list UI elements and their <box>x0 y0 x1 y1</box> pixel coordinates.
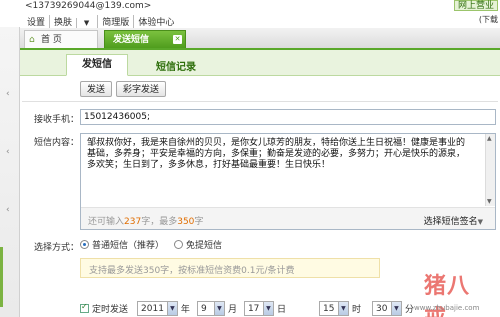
sidebar-accent-bar <box>0 247 3 307</box>
radio-button[interactable] <box>174 240 184 249</box>
counter-max: 350 <box>177 217 195 227</box>
minute-value: 30 <box>375 303 388 314</box>
dropdown-arrow-icon: ▼ <box>166 302 177 315</box>
nav-experience-center[interactable]: 体验中心 <box>134 15 178 28</box>
recipient-label: 接收手机： <box>34 115 80 125</box>
counter-suffix: 字 <box>194 217 204 227</box>
chevron-down-icon: ▼ <box>83 19 90 27</box>
tab-send-sms-label: 发送短信 <box>113 35 150 45</box>
counter-remaining: 237 <box>124 217 142 227</box>
top-bar: <13739269044@139.com> 设置 换肤 ▼ 简理版 体验中心 网… <box>0 0 500 28</box>
month-unit: 月 <box>227 305 237 315</box>
content-label: 短信内容： <box>34 138 80 148</box>
message-text: 邹叔叔你好，我是来自徐州的贝贝，是你女儿琼芳的朋友，特给你送上生日祝福！健康是事… <box>87 138 466 170</box>
nav-simple-version[interactable]: 简理版 <box>98 15 135 28</box>
nav-skin[interactable]: 换肤 ▼ <box>50 15 99 28</box>
sub-tab-bar: 发短信 短信记录 <box>20 50 500 76</box>
close-icon[interactable]: ✕ <box>173 35 182 44</box>
left-sidebar-strip: ‹ ‹ ‹ <box>0 27 20 317</box>
dropdown-arrow-icon: ▼ <box>337 302 348 315</box>
char-counter: 还可输入237字，最多350字 <box>88 214 203 227</box>
watermark-logo: 猪八戒 www.zhubajie.com <box>410 266 490 317</box>
minute-select[interactable]: 30 ▼ <box>371 301 402 316</box>
year-unit: 年 <box>180 305 190 315</box>
scheduled-send-label: 定时发送 <box>92 305 129 315</box>
hour-select[interactable]: 15 ▼ <box>318 301 349 316</box>
radio-handsfree-sms[interactable]: 免提短信 <box>174 238 222 251</box>
home-icon: ⌂ <box>29 35 35 45</box>
tab-home[interactable]: ⌂ 首 页 <box>24 30 98 48</box>
chevron-down-icon: ▼ <box>477 218 483 226</box>
top-nav: 设置 换肤 ▼ 简理版 体验中心 <box>27 15 178 28</box>
counter-prefix: 还可输入 <box>88 217 125 227</box>
year-select[interactable]: 2011 ▼ <box>137 301 178 316</box>
tab-home-label: 首 页 <box>41 35 62 45</box>
divider <box>22 101 498 102</box>
watermark-url: www.zhubajie.com <box>414 304 480 312</box>
dropdown-arrow-icon: ▼ <box>262 302 273 315</box>
send-mms-button[interactable]: 彩字发送 <box>116 81 167 97</box>
radio-label: 免提短信 <box>186 241 223 251</box>
collapse-arrow-icon[interactable]: ‹ <box>6 147 10 157</box>
page: <13739269044@139.com> 设置 换肤 ▼ 简理版 体验中心 网… <box>0 0 500 317</box>
radio-normal-sms[interactable]: 普通短信（推荐） <box>80 238 164 251</box>
counter-middle: 字，最多 <box>141 217 178 227</box>
recipient-input[interactable]: 15012436005; <box>80 109 496 125</box>
month-select[interactable]: 9 ▼ <box>196 301 225 316</box>
pricing-tip: 支持最多发送350字，按标准短信资费0.1元/条计费 <box>80 258 380 278</box>
collapse-arrow-icon[interactable]: ‹ <box>6 89 10 99</box>
day-value: 17 <box>247 303 260 314</box>
subtab-compose[interactable]: 发短信 <box>66 54 128 76</box>
scheduled-send-checkbox[interactable] <box>80 302 89 313</box>
scrollbar[interactable]: ▲ ▼ <box>485 134 495 206</box>
dropdown-arrow-icon: ▼ <box>390 302 401 315</box>
month-value: 9 <box>200 303 207 314</box>
action-buttons: 发送 彩字发送 <box>80 81 167 97</box>
account-address: <13739269044@139.com> <box>25 1 152 11</box>
send-mode-group: 普通短信（推荐） 免提短信 <box>80 238 222 251</box>
year-value: 2011 <box>141 303 164 314</box>
day-unit: 日 <box>276 305 286 315</box>
message-textarea[interactable]: 邹叔叔你好，我是来自徐州的贝贝，是你女儿琼芳的朋友，特给你送上生日祝福！健康是事… <box>80 133 496 230</box>
radio-label: 普通短信（推荐） <box>92 241 165 251</box>
online-hall-link[interactable]: 网上营业 <box>453 0 498 11</box>
scroll-down-icon[interactable]: ▼ <box>487 198 492 205</box>
signature-picker-label: 选择短信签名 <box>423 217 478 227</box>
subtab-records[interactable]: 短信记录 <box>156 58 196 73</box>
radio-button[interactable] <box>80 240 89 249</box>
send-mode-label: 选择方式： <box>34 243 80 253</box>
dropdown-arrow-icon: ▼ <box>213 302 224 315</box>
signature-picker[interactable]: 选择短信签名▼ <box>424 214 483 227</box>
day-select[interactable]: 17 ▼ <box>243 301 274 316</box>
nav-skin-label: 换肤 <box>54 18 78 28</box>
tab-send-sms[interactable]: 发送短信 ✕ <box>104 30 186 48</box>
scroll-up-icon[interactable]: ▲ <box>487 135 492 142</box>
collapse-arrow-icon[interactable]: ‹ <box>6 205 10 215</box>
tab-bar: ⌂ 首 页 发送短信 ✕ <box>20 28 500 50</box>
hour-value: 15 <box>322 303 335 314</box>
send-button[interactable]: 发送 <box>80 81 113 97</box>
message-footer: 还可输入237字，最多350字 选择短信签名▼ <box>81 207 495 229</box>
download-link[interactable]: (下载 <box>479 14 498 25</box>
nav-settings[interactable]: 设置 <box>27 15 51 28</box>
hour-unit: 时 <box>351 305 361 315</box>
